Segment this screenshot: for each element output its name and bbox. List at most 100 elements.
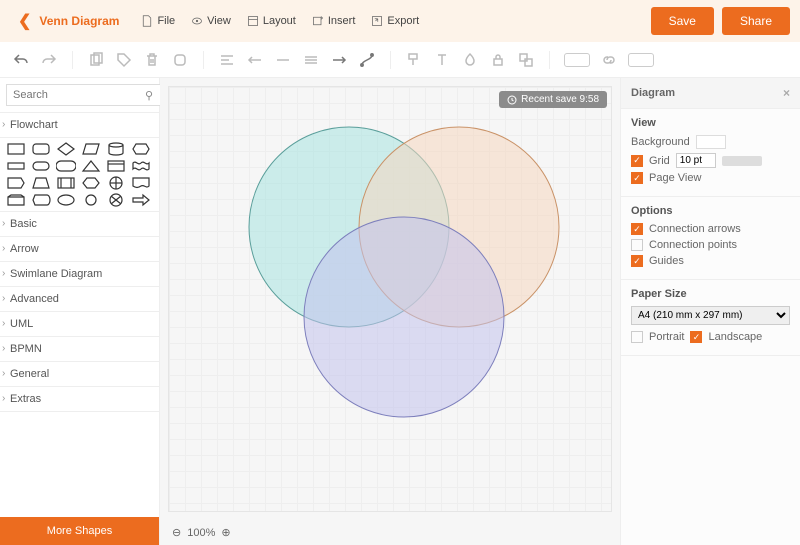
category-bpmn[interactable]: BPMN	[0, 337, 159, 362]
grid-checkbox[interactable]: ✓	[631, 155, 643, 167]
properties-panel: Diagram × View Background ✓ Grid ✓ Page …	[620, 78, 800, 545]
shape-diamond[interactable]	[56, 142, 76, 156]
category-label: Advanced	[10, 293, 59, 305]
menu-file-label: File	[157, 15, 175, 27]
shape-cylinder[interactable]	[106, 142, 126, 156]
copy-icon[interactable]	[87, 51, 105, 69]
shape-triangle[interactable]	[81, 159, 101, 173]
shape-capsule[interactable]	[31, 159, 51, 173]
category-swimlane[interactable]: Swimlane Diagram	[0, 262, 159, 287]
shape-circle[interactable]	[81, 193, 101, 207]
page-view-label: Page View	[649, 172, 701, 184]
shape-x[interactable]	[106, 193, 126, 207]
background-swatch[interactable]	[696, 135, 726, 149]
shape-rect2[interactable]	[6, 159, 26, 173]
menu-view[interactable]: View	[191, 15, 231, 27]
shape-stadium[interactable]	[56, 159, 76, 173]
venn-diagram[interactable]	[209, 107, 589, 447]
zoom-in-icon[interactable]: ⊕	[221, 526, 230, 539]
line-style-icon[interactable]	[302, 51, 320, 69]
category-label: General	[10, 368, 49, 380]
align-icon[interactable]	[218, 51, 236, 69]
connection-arrows-row: ✓ Connection arrows	[631, 223, 790, 235]
more-shapes-button[interactable]: More Shapes	[0, 517, 159, 545]
toolbar-divider	[549, 51, 550, 69]
search-input[interactable]	[6, 84, 165, 106]
paper-heading: Paper Size	[631, 288, 790, 300]
shape-pentagon[interactable]	[6, 176, 26, 190]
arrow-right-icon[interactable]	[330, 51, 348, 69]
canvas[interactable]: Recent save 9:58	[168, 86, 612, 512]
width-box[interactable]	[564, 53, 590, 67]
shape-hex[interactable]	[131, 142, 151, 156]
menu-layout[interactable]: Layout	[247, 15, 296, 27]
height-box[interactable]	[628, 53, 654, 67]
category-uml[interactable]: UML	[0, 312, 159, 337]
redo-icon[interactable]	[40, 51, 58, 69]
category-advanced[interactable]: Advanced	[0, 287, 159, 312]
delete-icon[interactable]	[143, 51, 161, 69]
layout-icon	[247, 15, 259, 27]
shape-hex2[interactable]	[81, 176, 101, 190]
back-arrow-icon[interactable]: ❮	[10, 11, 39, 31]
line-icon[interactable]	[274, 51, 292, 69]
venn-circle-c[interactable]	[304, 217, 504, 417]
category-label: BPMN	[10, 343, 42, 355]
arrow-left-icon[interactable]	[246, 51, 264, 69]
canvas-wrap: Recent save 9:58 ⊖ 100% ⊕	[160, 78, 620, 545]
shape-document[interactable]	[131, 176, 151, 190]
panel-title: Diagram	[631, 87, 675, 99]
guides-checkbox[interactable]: ✓	[631, 255, 643, 267]
lock-icon[interactable]	[489, 51, 507, 69]
menu-file[interactable]: File	[141, 15, 175, 27]
text-icon[interactable]	[433, 51, 451, 69]
shape-parallel[interactable]	[81, 142, 101, 156]
share-button[interactable]: Share	[722, 7, 790, 35]
shape-plus[interactable]	[106, 176, 126, 190]
shape-roundrect[interactable]	[31, 142, 51, 156]
opacity-icon[interactable]	[461, 51, 479, 69]
shape-card[interactable]	[106, 159, 126, 173]
shape-ellipse[interactable]	[56, 193, 76, 207]
menu-export-label: Export	[387, 15, 419, 27]
menu-export[interactable]: Export	[371, 15, 419, 27]
zoom-out-icon[interactable]: ⊖	[172, 526, 181, 539]
menu-insert[interactable]: Insert	[312, 15, 356, 27]
connector-icon[interactable]	[358, 51, 376, 69]
portrait-checkbox[interactable]	[631, 331, 643, 343]
save-button[interactable]: Save	[651, 7, 714, 35]
shape-double[interactable]	[56, 176, 76, 190]
category-arrow[interactable]: Arrow	[0, 237, 159, 262]
group-icon[interactable]	[517, 51, 535, 69]
category-general[interactable]: General	[0, 362, 159, 387]
page-view-checkbox[interactable]: ✓	[631, 172, 643, 184]
eye-icon	[191, 15, 203, 27]
shape-trapezoid[interactable]	[31, 176, 51, 190]
connection-points-checkbox[interactable]	[631, 239, 643, 251]
shape-display[interactable]	[31, 193, 51, 207]
shape-arrow[interactable]	[131, 193, 151, 207]
link-icon[interactable]	[600, 51, 618, 69]
paper-size-select[interactable]: A4 (210 mm x 297 mm)	[631, 306, 790, 325]
portrait-label: Portrait	[649, 331, 684, 343]
landscape-checkbox[interactable]: ✓	[690, 331, 702, 343]
connection-points-label: Connection points	[649, 239, 737, 251]
grid-size-input[interactable]	[676, 153, 716, 168]
undo-icon[interactable]	[12, 51, 30, 69]
menu-insert-label: Insert	[328, 15, 356, 27]
shape-icon[interactable]	[171, 51, 189, 69]
shape-rect[interactable]	[6, 142, 26, 156]
category-extras[interactable]: Extras	[0, 387, 159, 412]
category-basic[interactable]: Basic	[0, 212, 159, 237]
options-heading: Options	[631, 205, 790, 217]
shape-tape[interactable]	[131, 159, 151, 173]
recent-save-text: Recent save 9:58	[521, 94, 599, 105]
category-flowchart[interactable]: Flowchart	[0, 113, 159, 138]
close-icon[interactable]: ×	[783, 86, 790, 100]
shape-manual[interactable]	[6, 193, 26, 207]
tag-icon[interactable]	[115, 51, 133, 69]
export-icon	[371, 15, 383, 27]
format-paint-icon[interactable]	[405, 51, 423, 69]
connection-arrows-checkbox[interactable]: ✓	[631, 223, 643, 235]
grid-slider[interactable]	[722, 156, 762, 166]
